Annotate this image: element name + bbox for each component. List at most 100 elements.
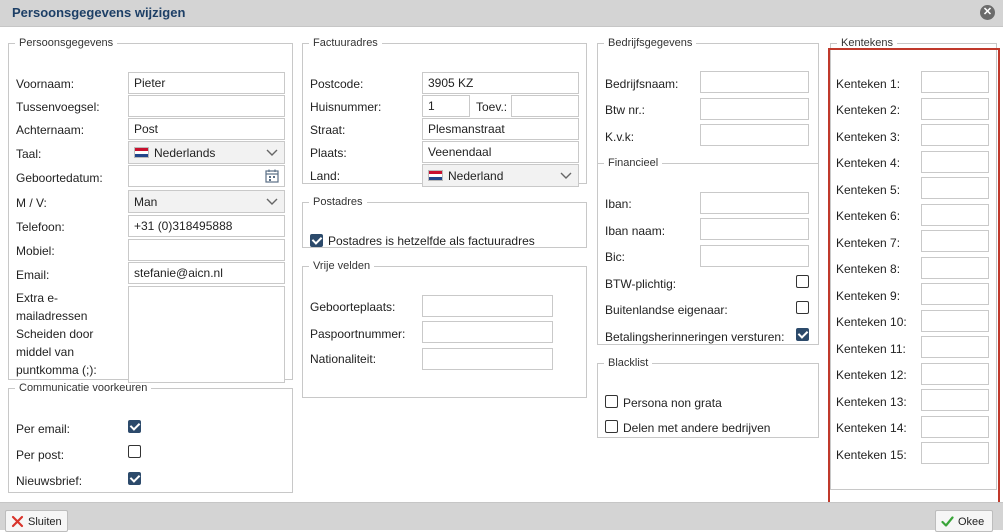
- postcode-label: Postcode:: [310, 77, 364, 91]
- chevron-down-icon: [266, 198, 278, 205]
- extra-emails-textarea[interactable]: [128, 286, 285, 383]
- blacklist-legend: Blacklist: [608, 357, 649, 369]
- persona-non-grata-label[interactable]: Persona non grata: [623, 396, 722, 410]
- bedrijfsnaam-label: Bedrijfsnaam:: [605, 77, 679, 91]
- bic-label: Bic:: [605, 250, 626, 264]
- taal-select[interactable]: Nederlands: [128, 141, 285, 164]
- telefoon-input[interactable]: +31 (0)318495888: [128, 215, 285, 237]
- betalingsherinneringen-checkbox[interactable]: [796, 328, 809, 341]
- geboorteplaats-input[interactable]: [422, 295, 553, 317]
- buitenlandse-eigenaar-checkbox[interactable]: [796, 301, 809, 314]
- close-icon[interactable]: ✕: [980, 5, 995, 20]
- bedrijfsgegevens-group: Bedrijfsgegevens Bedrijfsnaam: Btw nr.: …: [597, 37, 819, 176]
- chevron-down-icon: [266, 149, 278, 156]
- betalingsherinneringen-label: Betalingsherinneringen versturen:: [605, 330, 785, 344]
- vrije-velden-legend: Vrije velden: [313, 260, 371, 272]
- per-post-checkbox[interactable]: [128, 445, 141, 458]
- nl-flag-icon: [428, 170, 443, 181]
- dialog-footer: Sluiten Okee: [0, 502, 1003, 532]
- btw-plichtig-checkbox[interactable]: [796, 275, 809, 288]
- voornaam-input[interactable]: Pieter: [128, 72, 285, 94]
- toev-label: Toev.:: [476, 100, 508, 114]
- iban-input[interactable]: [700, 192, 809, 214]
- factuuradres-group: Factuuradres Postcode: 3905 KZ Huisnumme…: [302, 37, 587, 187]
- buitenlandse-eigenaar-label: Buitenlandse eigenaar:: [605, 303, 728, 317]
- delen-label[interactable]: Delen met andere bedrijven: [623, 421, 770, 435]
- persona-non-grata-checkbox[interactable]: [605, 395, 618, 408]
- achternaam-label: Achternaam:: [16, 123, 85, 137]
- dialog-title: Persoonsgegevens wijzigen: [12, 5, 186, 20]
- mobiel-input[interactable]: [128, 239, 285, 261]
- taal-label: Taal:: [16, 147, 42, 161]
- dialog-titlebar: Persoonsgegevens wijzigen ✕: [0, 0, 1003, 27]
- land-label: Land:: [310, 169, 341, 183]
- paspoortnummer-label: Paspoortnummer:: [310, 327, 406, 341]
- paspoortnummer-input[interactable]: [422, 321, 553, 343]
- geboortedatum-input[interactable]: [128, 165, 285, 187]
- bic-input[interactable]: [700, 245, 809, 267]
- per-email-checkbox[interactable]: [128, 420, 141, 433]
- telefoon-label: Telefoon:: [16, 220, 65, 234]
- per-email-label: Per email:: [16, 422, 71, 436]
- btw-nr-input[interactable]: [700, 98, 809, 120]
- nieuwsbrief-label: Nieuwsbrief:: [16, 474, 83, 488]
- chevron-down-icon: [560, 172, 572, 179]
- extra-label-line: mailadressen: [16, 309, 88, 323]
- straat-label: Straat:: [310, 123, 346, 137]
- nationaliteit-label: Nationaliteit:: [310, 352, 377, 366]
- tussenvoegsel-input[interactable]: [128, 95, 285, 117]
- extra-label-line: Scheiden door: [16, 327, 94, 341]
- iban-naam-label: Iban naam:: [605, 224, 666, 238]
- geboortedatum-label: Geboortedatum:: [16, 171, 103, 185]
- iban-label: Iban:: [605, 197, 632, 211]
- postadres-legend: Postadres: [313, 196, 363, 208]
- postcode-input[interactable]: 3905 KZ: [422, 72, 579, 94]
- vrije-velden-group: Vrije velden Geboorteplaats: Paspoortnum…: [302, 260, 587, 398]
- factuuradres-legend: Factuuradres: [313, 37, 378, 49]
- ok-button-label: Okee: [958, 516, 985, 528]
- persoonsgegevens-group: Persoonsgegevens Voornaam: Pieter Tussen…: [8, 37, 293, 383]
- x-icon: [11, 515, 24, 528]
- persoonsgegevens-legend: Persoonsgegevens: [19, 37, 114, 49]
- nationaliteit-input[interactable]: [422, 348, 553, 370]
- tussenvoegsel-label: Tussenvoegsel:: [16, 100, 100, 114]
- iban-naam-input[interactable]: [700, 218, 809, 240]
- mv-label: M / V:: [16, 196, 47, 210]
- extra-emails-label: Extra e- mailadressen Scheiden door midd…: [16, 289, 97, 379]
- calendar-icon[interactable]: [265, 169, 279, 183]
- land-value: Nederland: [448, 169, 504, 183]
- plaats-input[interactable]: Veenendaal: [422, 141, 579, 163]
- achternaam-input[interactable]: Post: [128, 118, 285, 140]
- communicatie-legend: Communicatie voorkeuren: [19, 382, 148, 394]
- land-select[interactable]: Nederland: [422, 164, 579, 187]
- extra-label-line: middel van: [16, 345, 75, 359]
- kvk-label: K.v.k:: [605, 130, 635, 144]
- postadres-checkbox[interactable]: [310, 234, 323, 247]
- dialog-content: Persoonsgegevens Voornaam: Pieter Tussen…: [0, 27, 1003, 508]
- kentekens-highlight-box: [828, 48, 1000, 508]
- nieuwsbrief-checkbox[interactable]: [128, 472, 141, 485]
- huisnummer-label: Huisnummer:: [310, 100, 382, 114]
- communicatie-group: Communicatie voorkeuren Per email: Per p…: [8, 382, 293, 493]
- bedrijfsgegevens-legend: Bedrijfsgegevens: [608, 37, 693, 49]
- delen-checkbox[interactable]: [605, 420, 618, 433]
- geboorteplaats-label: Geboorteplaats:: [310, 300, 396, 314]
- checkmark-icon: [941, 516, 954, 527]
- postadres-group: Postadres Postadres is hetzelfde als fac…: [302, 196, 587, 248]
- bedrijfsnaam-input[interactable]: [700, 71, 809, 93]
- nl-flag-icon: [134, 147, 149, 158]
- toev-input[interactable]: [511, 95, 579, 117]
- email-input[interactable]: stefanie@aicn.nl: [128, 262, 285, 284]
- email-label: Email:: [16, 268, 50, 282]
- postadres-checkbox-label[interactable]: Postadres is hetzelfde als factuuradres: [328, 234, 535, 248]
- blacklist-group: Blacklist Persona non grata Delen met an…: [597, 357, 819, 438]
- huisnummer-input[interactable]: 1: [422, 95, 470, 117]
- per-post-label: Per post:: [16, 448, 65, 462]
- kvk-input[interactable]: [700, 124, 809, 146]
- extra-label-line: puntkomma (;):: [16, 363, 97, 377]
- mv-select[interactable]: Man: [128, 190, 285, 213]
- mobiel-label: Mobiel:: [16, 244, 55, 258]
- close-button-label: Sluiten: [28, 516, 62, 528]
- financieel-group: Financieel Iban: Iban naam: Bic: BTW-pli…: [597, 157, 819, 345]
- straat-input[interactable]: Plesmanstraat: [422, 118, 579, 140]
